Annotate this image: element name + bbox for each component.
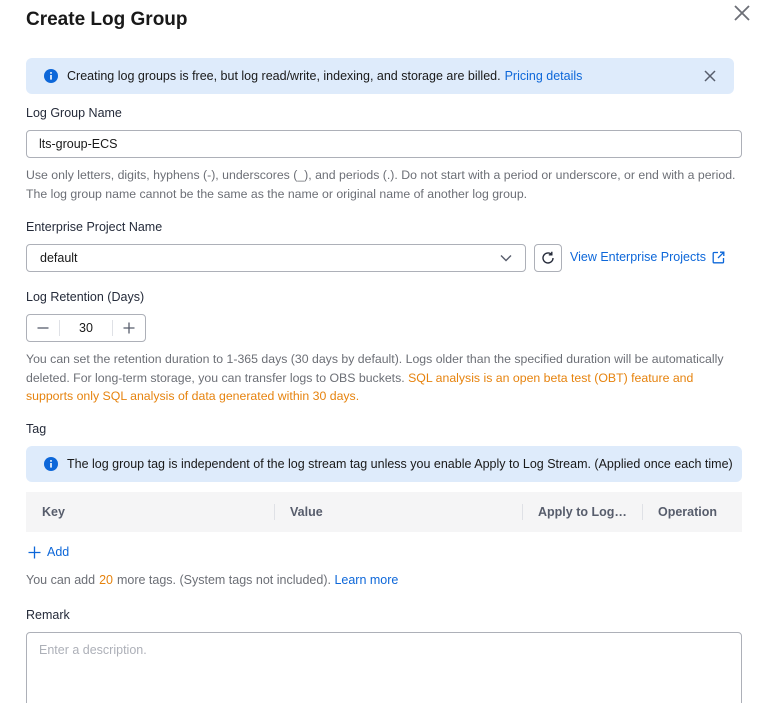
plus-icon bbox=[123, 322, 135, 334]
add-tag-label: Add bbox=[47, 545, 70, 559]
quota-prefix: You can add bbox=[26, 573, 96, 587]
add-tag-button[interactable]: Add bbox=[28, 545, 69, 559]
retention-days-stepper[interactable]: 30 bbox=[26, 314, 146, 342]
banner-text: Creating log groups is free, but log rea… bbox=[67, 69, 501, 83]
enterprise-project-label: Enterprise Project Name bbox=[26, 220, 163, 234]
tag-quota-count: 20 bbox=[99, 573, 113, 587]
decrement-button[interactable] bbox=[27, 315, 59, 341]
remark-textarea[interactable]: Enter a description. bbox=[26, 632, 742, 703]
tag-info-banner: The log group tag is independent of the … bbox=[26, 446, 742, 482]
billing-info-banner: Creating log groups is free, but log rea… bbox=[26, 58, 734, 94]
external-link-icon bbox=[712, 251, 725, 263]
remark-label: Remark bbox=[26, 608, 70, 622]
column-header-operation: Operation bbox=[642, 492, 742, 532]
tag-table-header: Key Value Apply to Log… Operation bbox=[26, 492, 742, 532]
view-enterprise-projects-link[interactable]: View Enterprise Projects bbox=[570, 250, 725, 264]
refresh-icon bbox=[542, 251, 554, 264]
refresh-button[interactable] bbox=[534, 244, 562, 272]
retention-days-value[interactable]: 30 bbox=[59, 320, 113, 336]
plus-icon bbox=[28, 546, 41, 558]
minus-icon bbox=[37, 327, 49, 329]
pricing-details-link[interactable]: Pricing details bbox=[505, 69, 583, 83]
tag-quota-text: You can add 20 more tags. (System tags not… bbox=[26, 573, 398, 587]
close-banner-icon[interactable] bbox=[704, 70, 716, 82]
log-group-name-input[interactable]: lts-group-ECS bbox=[26, 130, 742, 158]
close-dialog-icon[interactable] bbox=[731, 2, 753, 24]
log-group-name-hint: Use only letters, digits, hyphens (-), u… bbox=[26, 168, 736, 201]
tag-banner-text: The log group tag is independent of the … bbox=[67, 457, 733, 471]
column-header-key: Key bbox=[42, 505, 65, 519]
increment-button[interactable] bbox=[113, 315, 145, 341]
tag-label: Tag bbox=[26, 422, 47, 436]
info-icon bbox=[44, 69, 58, 83]
log-group-name-label: Log Group Name bbox=[26, 106, 122, 120]
enterprise-project-select[interactable]: default bbox=[26, 244, 526, 272]
column-header-apply-to-log-stream: Apply to Log… bbox=[522, 492, 642, 532]
info-icon bbox=[44, 457, 58, 471]
log-retention-label: Log Retention (Days) bbox=[26, 290, 145, 304]
retention-hint: You can set the retention duration to 1-… bbox=[26, 350, 730, 406]
quota-suffix: more tags. (System tags not included). bbox=[116, 573, 331, 587]
view-enterprise-projects-label: View Enterprise Projects bbox=[570, 250, 706, 264]
dialog-title: Create Log Group bbox=[26, 9, 188, 30]
learn-more-link[interactable]: Learn more bbox=[334, 573, 398, 587]
enterprise-project-value: default bbox=[40, 251, 78, 265]
chevron-down-icon bbox=[500, 255, 512, 262]
column-header-value: Value bbox=[274, 492, 522, 532]
